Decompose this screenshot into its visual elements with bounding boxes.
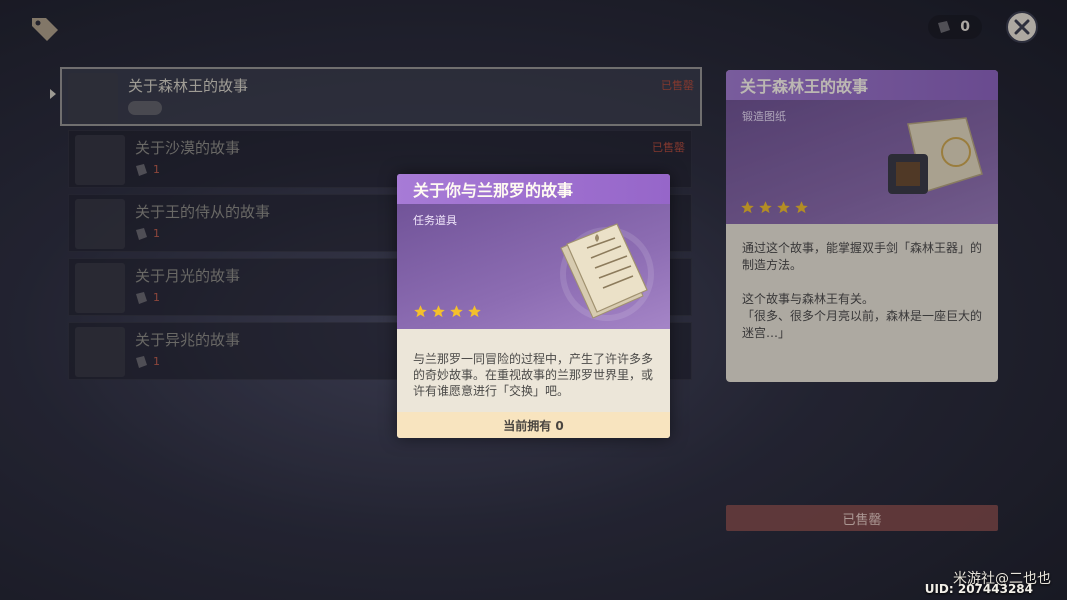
popup-description: 与兰那罗一同冒险的过程中，产生了许许多多的奇妙故事。在重视故事的兰那罗世界里，或… [413,352,654,398]
uid-label: UID: 207443284 [924,582,1033,596]
owned-count: 当前拥有 0 [397,412,670,438]
star-icon [414,305,427,318]
star-icon [468,305,481,318]
popup-rarity [413,304,482,319]
popup-title: 关于你与兰那罗的故事 [397,174,670,204]
popup-header: 关于你与兰那罗的故事 任务道具 [397,174,670,329]
item-popup: 关于你与兰那罗的故事 任务道具 与兰那罗一同冒险的过程中，产生了许许多多的奇妙故… [397,174,670,438]
story-pages-icon [560,223,654,321]
star-icon [432,305,445,318]
popup-type: 任务道具 [413,214,457,227]
star-icon [450,305,463,318]
